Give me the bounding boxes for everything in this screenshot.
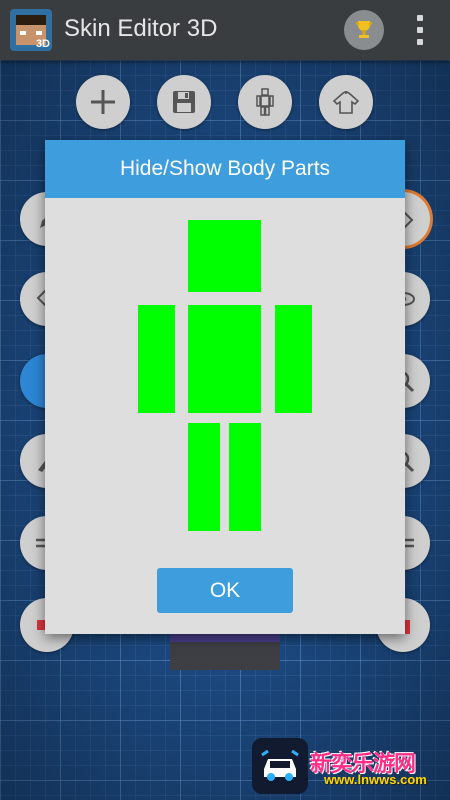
achievements-button[interactable] [344,10,384,50]
app-title: Skin Editor 3D [64,15,218,42]
overflow-menu-button[interactable] [410,12,430,48]
clothing-button[interactable] [319,75,373,129]
toggle-left-leg[interactable] [229,423,261,531]
toggle-head[interactable] [188,220,261,292]
app-logo: 3D [10,9,52,51]
dialog-title: Hide/Show Body Parts [119,157,331,180]
dialog-header: Hide/Show Body Parts [45,140,405,198]
trophy-icon [356,21,372,38]
plus-icon [91,90,115,114]
app-bar: 3D Skin Editor 3D [0,0,450,60]
body-parts-dialog: Hide/Show Body Parts OK [45,140,405,634]
watermark: 新奕乐游网 www.lnwws.com [252,738,448,796]
toggle-left-arm[interactable] [275,305,312,413]
figure-icon [256,88,274,116]
floppy-disk-icon [173,91,195,113]
toggle-body[interactable] [188,305,261,413]
shirt-icon [332,91,360,114]
toggle-right-leg[interactable] [188,423,220,531]
save-button[interactable] [157,75,211,129]
skin-model-feet [170,634,280,642]
ok-button[interactable]: OK [157,568,293,613]
toggle-right-arm[interactable] [138,305,175,413]
car-icon [261,749,299,781]
logo-badge: 3D [35,38,50,50]
watermark-logo [252,738,308,794]
overflow-menu-icon [417,15,423,21]
watermark-url: www.lnwws.com [324,772,427,787]
new-skin-button[interactable] [76,75,130,129]
body-parts-button[interactable] [238,75,292,129]
